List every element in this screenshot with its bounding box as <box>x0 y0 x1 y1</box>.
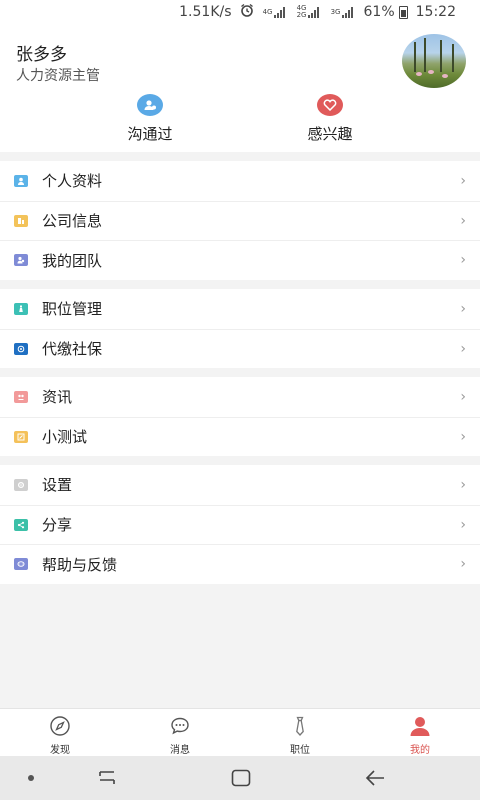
status-bar: 1.51K/s 4G 4G 2G 3G 61% 15:22 <box>0 0 480 24</box>
chevron-right-icon: › <box>460 428 466 445</box>
chevron-right-icon: › <box>460 300 466 317</box>
nav-positions[interactable]: 职位 <box>240 709 360 756</box>
quick-action-label: 沟通过 <box>127 125 173 143</box>
news-icon <box>14 390 28 403</box>
user-name: 张多多 <box>16 45 67 65</box>
menu-item-label: 资讯 <box>42 388 73 407</box>
menu-item-label: 设置 <box>42 476 73 495</box>
menu-item-company[interactable]: 公司信息 › <box>0 200 480 241</box>
contact-person-icon <box>137 94 163 116</box>
settings-icon <box>14 478 28 491</box>
nav-discover[interactable]: 发现 <box>0 709 120 756</box>
heart-icon <box>317 94 343 116</box>
network-type-3: 3G <box>330 7 341 16</box>
chevron-right-icon: › <box>460 252 466 269</box>
menu-item-label: 个人资料 <box>42 172 103 191</box>
signal-icon <box>307 6 322 18</box>
menu-item-label: 分享 <box>42 516 73 535</box>
menu-item-label: 职位管理 <box>42 300 103 319</box>
chevron-right-icon: › <box>460 340 466 357</box>
quiz-icon <box>14 430 28 443</box>
menu-item-share[interactable]: 分享 › <box>0 504 480 545</box>
menu-item-profile[interactable]: 个人资料 › <box>0 161 480 201</box>
menu-item-label: 代缴社保 <box>42 340 103 359</box>
clock: 15:22 <box>415 4 456 20</box>
nav-label: 职位 <box>290 745 310 756</box>
alarm-icon <box>240 3 254 21</box>
chat-icon <box>169 715 191 737</box>
system-nav-bar <box>0 756 480 800</box>
nav-label: 消息 <box>170 745 190 756</box>
chevron-right-icon: › <box>460 516 466 533</box>
quick-action-label: 感兴趣 <box>307 125 353 143</box>
nav-label: 发现 <box>50 745 70 756</box>
menu-item-settings[interactable]: 设置 › <box>0 465 480 505</box>
menu-item-label: 帮助与反馈 <box>42 555 118 574</box>
team-icon <box>14 254 28 267</box>
bottom-nav: 发现 消息 职位 我的 <box>0 708 480 756</box>
chevron-right-icon: › <box>460 476 466 493</box>
profile-header: 张多多 人力资源主管 沟通过 感兴趣 <box>0 24 480 152</box>
chevron-right-icon: › <box>460 556 466 573</box>
dot-indicator-icon[interactable] <box>28 775 34 781</box>
insurance-icon <box>14 342 28 355</box>
user-title: 人力资源主管 <box>16 68 100 84</box>
back-icon[interactable] <box>364 768 386 792</box>
menu-group-account: 个人资料 › 公司信息 › 我的团队 › <box>0 161 480 280</box>
nav-label: 我的 <box>410 745 430 756</box>
position-icon <box>14 302 28 315</box>
menu-item-help-feedback[interactable]: 帮助与反馈 › <box>0 544 480 584</box>
battery-level: 61% <box>363 4 395 20</box>
signal-icon <box>273 6 288 18</box>
menu-item-quiz[interactable]: 小测试 › <box>0 416 480 457</box>
battery-icon <box>398 5 408 19</box>
nav-mine[interactable]: 我的 <box>360 709 480 756</box>
network-speed: 1.51K/s <box>179 4 232 20</box>
company-icon <box>14 214 28 227</box>
menu-item-news[interactable]: 资讯 › <box>0 377 480 417</box>
share-icon <box>14 518 28 531</box>
quick-action-interested[interactable]: 感兴趣 <box>280 94 380 144</box>
user-icon <box>409 715 431 737</box>
home-icon[interactable] <box>231 769 251 791</box>
nav-messages[interactable]: 消息 <box>120 709 240 756</box>
menu-item-positions[interactable]: 职位管理 › <box>0 289 480 329</box>
recent-apps-icon[interactable] <box>96 768 118 792</box>
help-icon <box>14 558 28 571</box>
menu-group-management: 职位管理 › 代缴社保 › <box>0 289 480 368</box>
chevron-right-icon: › <box>460 172 466 189</box>
menu-item-label: 小测试 <box>42 428 88 447</box>
menu-group-system: 设置 › 分享 › 帮助与反馈 › <box>0 465 480 584</box>
compass-icon <box>49 715 71 737</box>
quick-action-contacted[interactable]: 沟通过 <box>100 94 200 144</box>
menu-item-label: 我的团队 <box>42 251 103 270</box>
network-type-1: 4G <box>262 7 273 16</box>
tie-icon <box>289 715 311 737</box>
chevron-right-icon: › <box>460 388 466 405</box>
profile-icon <box>14 174 28 187</box>
menu-item-team[interactable]: 我的团队 › <box>0 240 480 280</box>
menu-item-social-insurance[interactable]: 代缴社保 › <box>0 328 480 369</box>
menu-group-content: 资讯 › 小测试 › <box>0 377 480 456</box>
network-type-2: 4G 2G <box>296 4 307 19</box>
signal-icon <box>341 6 356 18</box>
avatar[interactable] <box>402 34 466 88</box>
menu-item-label: 公司信息 <box>42 212 103 231</box>
chevron-right-icon: › <box>460 212 466 229</box>
